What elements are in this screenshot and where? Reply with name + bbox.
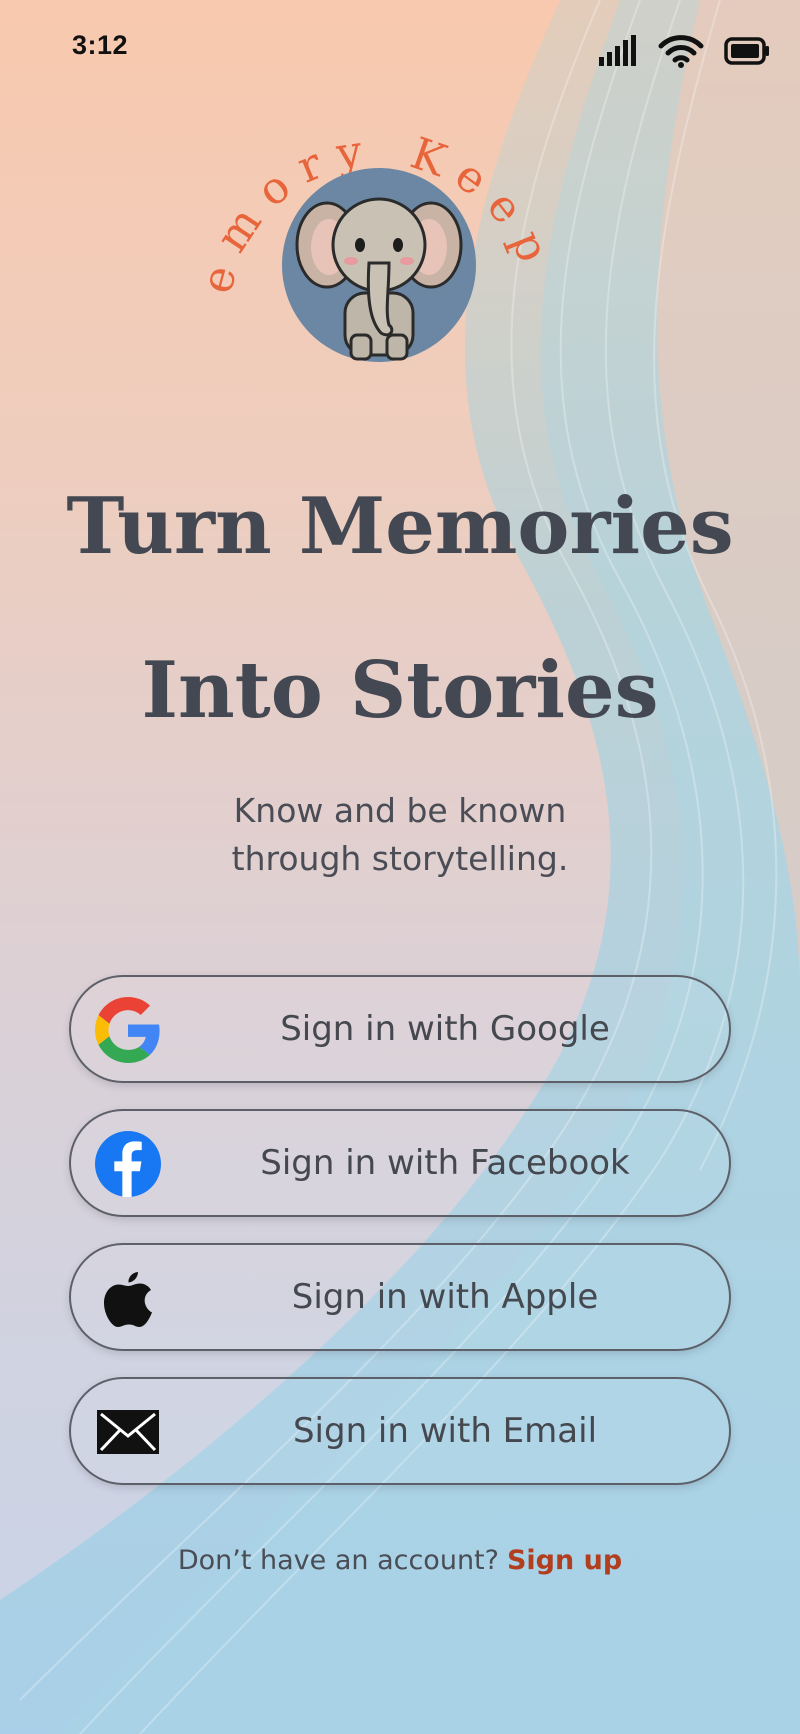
google-signin-button[interactable]: Sign in with Google	[69, 975, 731, 1083]
app-logo: Memory Keeper	[175, 55, 555, 375]
email-signin-label: Sign in with Email	[292, 1411, 598, 1451]
tagline-line-2: through storytelling.	[231, 839, 569, 878]
status-time: 3:12	[72, 30, 129, 60]
tagline-line-1: Know and be known	[233, 791, 567, 830]
google-icon	[95, 997, 161, 1063]
email-signin-button[interactable]: Sign in with Email	[69, 1377, 731, 1485]
envelope-icon	[95, 1399, 161, 1465]
signup-prompt: Don’t have an account?	[177, 1545, 499, 1576]
signup-link[interactable]: Sign up	[507, 1545, 622, 1576]
wifi-icon	[658, 35, 704, 68]
facebook-icon	[95, 1131, 161, 1197]
apple-icon	[95, 1265, 161, 1331]
headline-line-2: Into Stories	[141, 645, 659, 736]
apple-signin-label: Sign in with Apple	[291, 1277, 599, 1317]
tagline: Know and be known through storytelling.	[150, 787, 650, 883]
google-signin-label: Sign in with Google	[280, 1009, 610, 1049]
apple-signin-button[interactable]: Sign in with Apple	[69, 1243, 731, 1351]
status-bar: 3:12	[0, 0, 800, 100]
facebook-signin-button[interactable]: Sign in with Facebook	[69, 1109, 731, 1217]
cellular-signal-icon	[599, 35, 636, 66]
headline-line-1: Turn Memories	[66, 481, 734, 572]
logo-graphic: Memory Keeper	[175, 55, 549, 362]
status-icons	[598, 34, 770, 68]
battery-icon	[724, 37, 769, 65]
facebook-signin-label: Sign in with Facebook	[260, 1143, 630, 1183]
signup-row: Don’t have an account? Sign up	[0, 1545, 800, 1576]
